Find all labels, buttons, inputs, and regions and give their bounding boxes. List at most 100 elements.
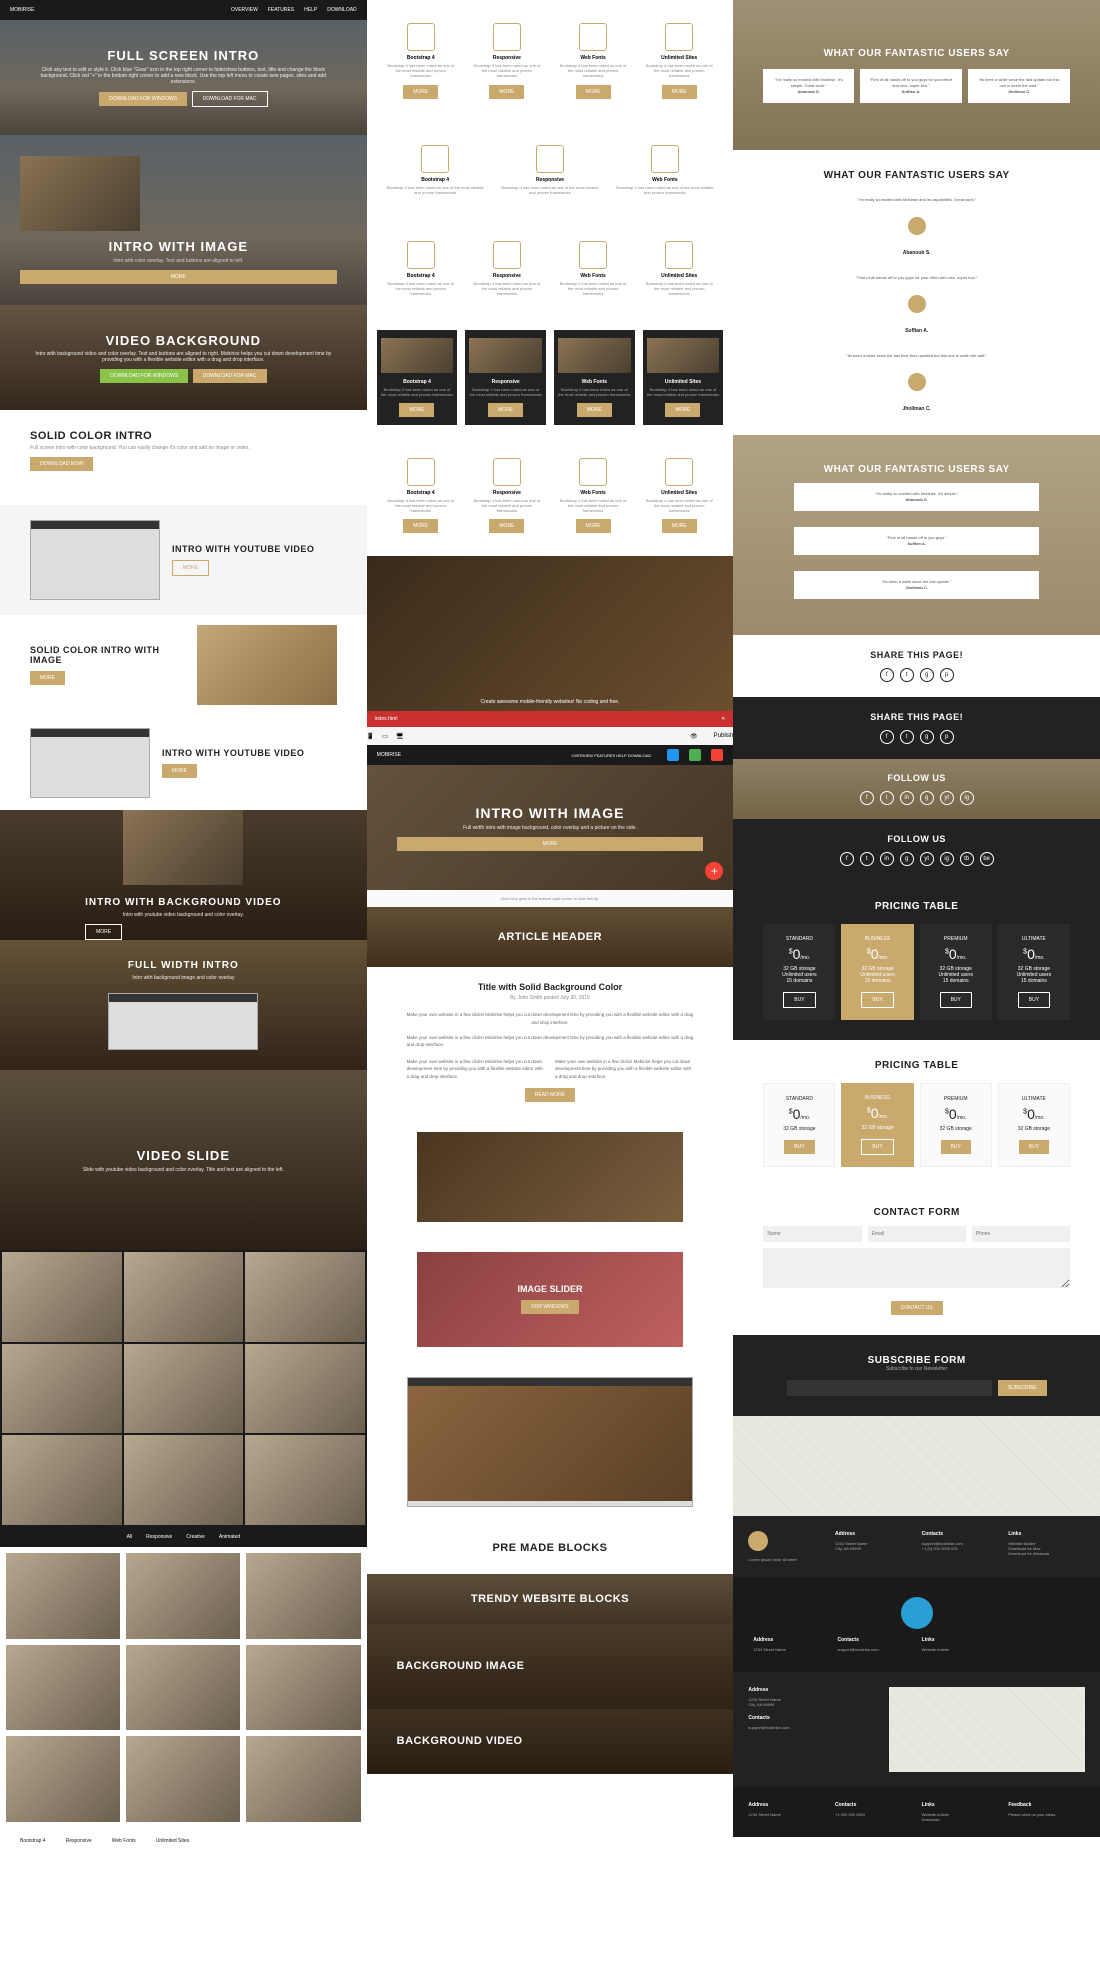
section-title: INTRO WITH IMAGE [20, 239, 337, 254]
footer-map-widget[interactable] [889, 1687, 1085, 1772]
nav-item[interactable]: OVERVIEW [231, 7, 258, 13]
contact-button[interactable]: CONTACT US [891, 1301, 943, 1315]
gallery-item[interactable] [246, 1645, 360, 1731]
bootstrap-icon [407, 23, 435, 51]
gallery-item[interactable] [245, 1435, 365, 1525]
video-bg-block: VIDEO BACKGROUND Intro with background v… [0, 305, 367, 410]
follow-hero: FOLLOW US ftingytig [733, 759, 1100, 819]
avatar [908, 217, 926, 235]
gallery-item[interactable] [126, 1553, 240, 1639]
more-button[interactable]: MORE [20, 270, 337, 284]
video-slide-block: VIDEO SLIDE Slide with youtube video bac… [0, 1070, 367, 1250]
features-row-3: Bootstrap 4Bootstrap 4 has been noted as… [367, 218, 734, 320]
gallery-item[interactable] [2, 1435, 122, 1525]
google-icon[interactable]: g [920, 668, 934, 682]
navbar[interactable]: MOBIRISE OVERVIEW FEATURES HELP DOWNLOAD [0, 0, 367, 20]
testimonial-card: “First of all hands off to you guys for … [860, 69, 962, 103]
subscribe-email[interactable] [787, 1380, 992, 1396]
facebook-icon[interactable]: f [880, 668, 894, 682]
pinterest-icon[interactable]: p [940, 668, 954, 682]
name-field[interactable] [763, 1226, 861, 1242]
testimonial-card: “I'm really so excited with Mobirise. It… [763, 69, 854, 103]
nav-item[interactable]: FEATURES [268, 7, 294, 13]
more-button[interactable]: MORE [30, 671, 65, 685]
pricing-dark: PRICING TABLE STANDARD$0/mo.32 GB storag… [733, 881, 1100, 1040]
google-icon[interactable]: g [920, 730, 934, 744]
tablet-icon[interactable]: ▭ [382, 733, 388, 740]
publish-button[interactable]: Publish [714, 733, 734, 739]
more-button[interactable]: MORE [162, 764, 197, 778]
preview-button[interactable]: 👁 [690, 733, 698, 740]
pinterest-icon[interactable]: p [940, 730, 954, 744]
gallery-item[interactable] [124, 1252, 244, 1342]
subscribe-form: SUBSCRIBE FORM Subscribe to our Newslett… [733, 1335, 1100, 1416]
nav-item[interactable]: DOWNLOAD [327, 7, 356, 13]
gallery-item[interactable] [6, 1553, 120, 1639]
email-field[interactable] [868, 1226, 966, 1242]
message-field[interactable] [763, 1248, 1070, 1288]
device-toolbar[interactable]: 📱 ▭ 🖥 👁 Publish [367, 727, 734, 745]
youtube-intro-block-2: INTRO WITH YOUTUBE VIDEO MORE [0, 715, 367, 810]
gallery-item[interactable] [245, 1344, 365, 1434]
responsive-icon [493, 23, 521, 51]
gallery-item[interactable] [2, 1344, 122, 1434]
map-block[interactable] [733, 1416, 1100, 1516]
article-body: Title with Solid Background Color By Joh… [367, 967, 734, 1116]
download-mac-button[interactable]: DOWNLOAD FOR MAC [192, 91, 268, 107]
delete-icon[interactable] [711, 749, 723, 761]
subscribe-button[interactable]: SUBSCRIBE [998, 1380, 1047, 1396]
trendy-block: TRENDY WEBSITE BLOCKS [367, 1574, 734, 1624]
bg-video-block: BACKGROUND VIDEO [367, 1709, 734, 1774]
more-button[interactable]: MORE [172, 560, 209, 576]
gear-icon[interactable] [667, 749, 679, 761]
read-more-button[interactable]: READ MORE [525, 1088, 575, 1102]
footer-logo: Address1234 Street Name Contactssupport@… [733, 1577, 1100, 1672]
gallery-item[interactable] [126, 1645, 240, 1731]
twitter-icon[interactable]: t [900, 668, 914, 682]
video-thumb [123, 810, 243, 885]
download-win-button[interactable]: DOWNLOAD FOR WINDOWS [100, 369, 188, 383]
nav-item[interactable]: HELP [304, 7, 317, 13]
desktop-icon[interactable]: 🖥 [396, 733, 404, 740]
download-button[interactable]: DOWNLOAD NOW [30, 457, 93, 471]
footer-bottom: Address1234 Street Name Contacts+1 000 0… [733, 1787, 1100, 1837]
testimonials-quote: WHAT OUR FANTASTIC USERS SAY “I'm really… [733, 435, 1100, 635]
gallery-item[interactable] [6, 1645, 120, 1731]
mobile-icon[interactable]: 📱 [367, 733, 374, 740]
laptop-image [197, 625, 337, 705]
download-win-button[interactable]: DOWNLOAD FOR WINDOWS [99, 92, 187, 106]
gallery-item[interactable] [2, 1252, 122, 1342]
gallery-item[interactable] [126, 1736, 240, 1822]
download-mac-button[interactable]: DOWNLOAD FOR MAC [193, 369, 267, 383]
logo-icon [748, 1531, 768, 1551]
share-dark: SHARE THIS PAGE! ftgp [733, 697, 1100, 759]
close-icon[interactable]: ✕ [721, 716, 725, 722]
add-block-button[interactable]: + [705, 862, 723, 880]
browser-mockup [367, 1362, 734, 1522]
avatar [908, 295, 926, 313]
more-button[interactable]: MORE [85, 924, 122, 940]
intro-thumb [20, 156, 140, 231]
bootstrap-icon [407, 241, 435, 269]
editor-titlebar: index.html ✕ [367, 711, 734, 727]
article-header: ARTICLE HEADER [367, 907, 734, 967]
globe-icon [665, 241, 693, 269]
bootstrap-icon [421, 145, 449, 173]
bg-video-block: INTRO WITH BACKGROUND VIDEO Intro with y… [0, 810, 367, 940]
fonts-icon [579, 241, 607, 269]
hero-fullscreen: FULL SCREEN INTRO Click any text to edit… [0, 20, 367, 135]
gallery-item[interactable] [124, 1435, 244, 1525]
gallery-filter[interactable]: AllResponsiveCreativeAnimated [0, 1527, 367, 1547]
drag-icon[interactable] [689, 749, 701, 761]
gallery-item[interactable] [124, 1344, 244, 1434]
gallery-item[interactable] [246, 1736, 360, 1822]
gallery-item[interactable] [245, 1252, 365, 1342]
gallery-item[interactable] [6, 1736, 120, 1822]
phone-field[interactable] [972, 1226, 1070, 1242]
image-gallery-dark [0, 1250, 367, 1527]
facebook-icon[interactable]: f [880, 730, 894, 744]
twitter-icon[interactable]: t [900, 730, 914, 744]
features-cards-dark: Bootstrap 4Bootstrap 4 has been noted as… [367, 320, 734, 435]
media-block [367, 1117, 734, 1237]
gallery-item[interactable] [246, 1553, 360, 1639]
